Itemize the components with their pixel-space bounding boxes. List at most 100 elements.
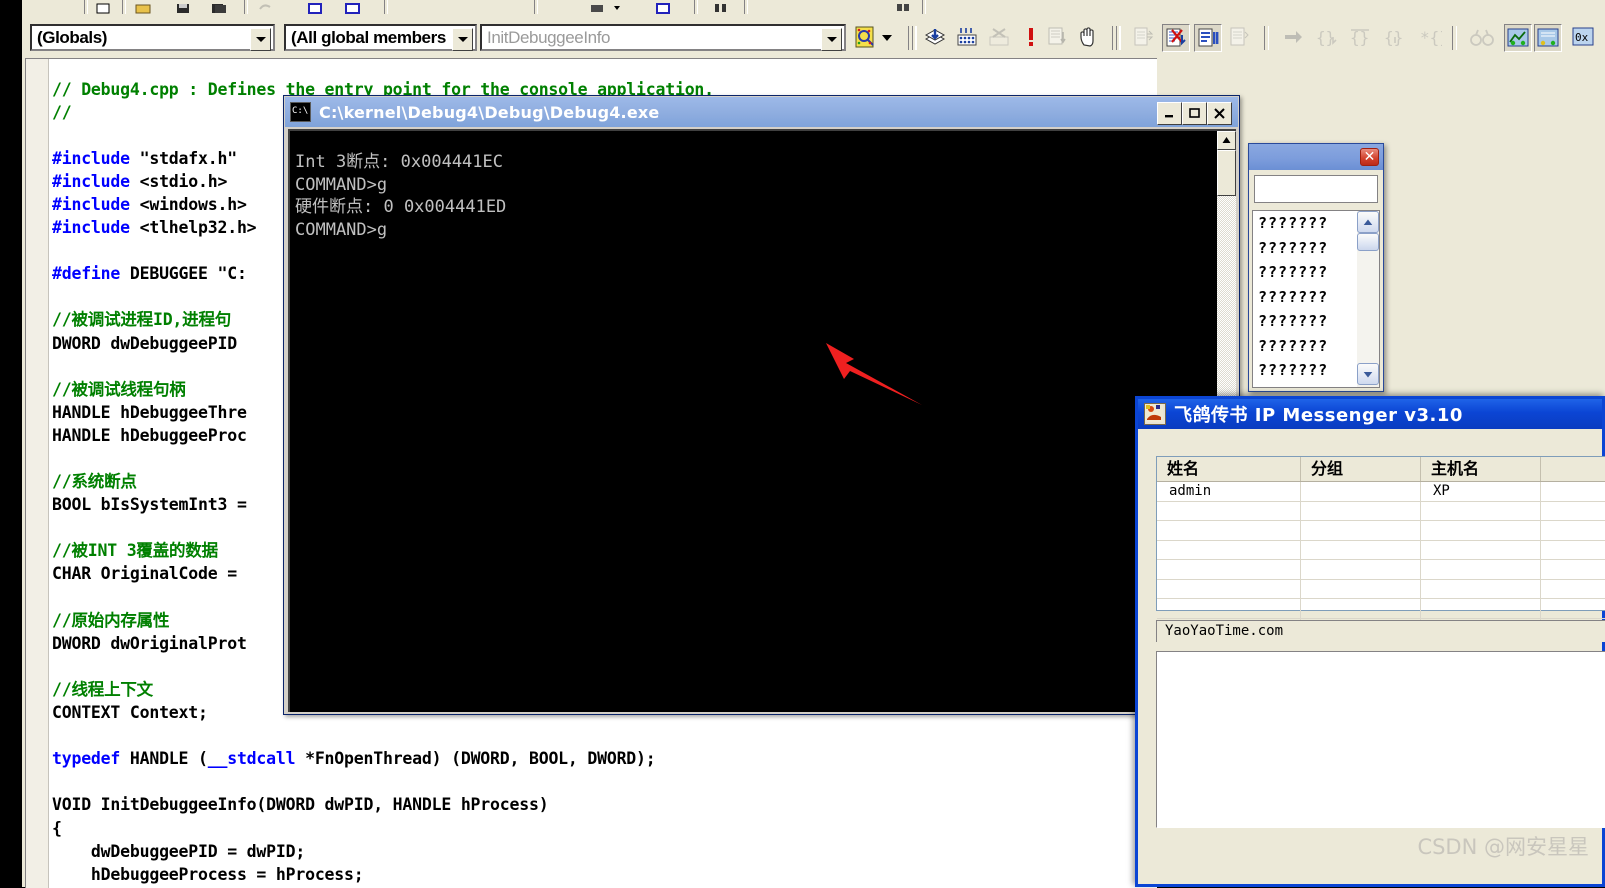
table-row[interactable]: [1157, 501, 1605, 521]
minimize-button[interactable]: [1157, 102, 1182, 125]
step-over-icon[interactable]: [1194, 24, 1222, 52]
function-combo[interactable]: InitDebuggeeInfo: [480, 24, 846, 51]
code-token: HANDLE (: [120, 749, 208, 769]
chevron-down-icon[interactable]: [821, 28, 842, 51]
toolbar-separator: [384, 0, 388, 14]
column-header[interactable]: 分组: [1301, 457, 1421, 481]
chevron-down-icon[interactable]: [452, 28, 473, 51]
trace-into-icon[interactable]: [1162, 24, 1190, 52]
scroll-track[interactable]: [1357, 251, 1379, 363]
table-row[interactable]: [1157, 521, 1605, 541]
save-all-icon[interactable]: [210, 0, 228, 14]
dialog-title-bar[interactable]: ✕: [1249, 144, 1383, 170]
bookmark-icon[interactable]: [712, 0, 730, 14]
hand-icon[interactable]: [1076, 24, 1102, 50]
console-app-icon: [290, 102, 311, 122]
registers-window-icon[interactable]: 0x: [1570, 24, 1596, 50]
code-token: {: [52, 818, 62, 838]
find-icon[interactable]: [588, 0, 606, 14]
go-arrow-icon: [1280, 24, 1306, 50]
table-row[interactable]: admin XP: [1157, 482, 1605, 502]
column-header[interactable]: [1541, 457, 1605, 481]
workspace-icon[interactable]: [894, 0, 912, 14]
editor-selection-margin[interactable]: [26, 59, 49, 888]
console-output-area[interactable]: Int 3断点: 0x004441EC COMMAND>g 硬件断点: 0 0x…: [288, 129, 1236, 712]
toolbar-separator: [122, 0, 126, 14]
unknown-list-dialog[interactable]: ✕ ??????????????????????????????????????…: [1248, 143, 1384, 392]
breakpoints-icon[interactable]: [954, 24, 980, 50]
find-in-files-icon[interactable]: [654, 0, 672, 14]
variables-window-icon[interactable]: [1534, 24, 1562, 52]
new-file-icon[interactable]: [94, 0, 112, 14]
svg-text:{}: {}: [1384, 28, 1403, 47]
dialog-list-box[interactable]: ????????????????????????????????????????…: [1252, 210, 1380, 388]
toolbar-separator: [244, 0, 248, 14]
wizardbar-action-icon[interactable]: [852, 24, 878, 50]
open-folder-icon[interactable]: [134, 0, 152, 14]
code-token: DWORD dwOriginalProt: [52, 633, 247, 653]
watch-window-icon[interactable]: [1504, 24, 1532, 52]
code-token: #include: [52, 194, 130, 214]
table-cell: [1421, 540, 1541, 559]
code-token: <stdio.h>: [129, 171, 228, 191]
close-button[interactable]: [1207, 102, 1232, 125]
ipm-user-list[interactable]: 姓名 分组 主机名 admin XP: [1156, 456, 1605, 638]
insert-remove-breakpoint-icon[interactable]: [922, 24, 948, 50]
ipm-list-header[interactable]: 姓名 分组 主机名: [1157, 457, 1605, 482]
save-icon[interactable]: [174, 0, 192, 14]
code-token: __stdcall: [207, 749, 296, 769]
ip-messenger-window[interactable]: 飞鸽传书 IP Messenger v3.10 姓名 分组 主机名 admin XP …: [1135, 396, 1605, 887]
members-combo[interactable]: (All global members: [284, 24, 477, 51]
scroll-thumb[interactable]: [1217, 150, 1236, 196]
scroll-down-button[interactable]: [1357, 363, 1379, 385]
dialog-scrollbar[interactable]: [1357, 211, 1379, 387]
function-combo-value: InitDebuggeeInfo: [487, 27, 611, 47]
chevron-down-icon[interactable]: [250, 28, 271, 51]
code-token: HANDLE hDebuggeeProc: [52, 425, 247, 445]
table-cell: [1421, 560, 1541, 579]
code-token: #include: [52, 171, 130, 191]
console-title-bar[interactable]: C:\kernel\Debug4\Debug\Debug4.exe: [285, 97, 1238, 127]
code-token: VOID InitDebuggeeInfo(DWORD dwPID, HANDL…: [52, 795, 549, 815]
console-window[interactable]: C:\kernel\Debug4\Debug\Debug4.exe Int 3断…: [283, 95, 1240, 715]
toolbar-separator: [534, 0, 538, 14]
table-row[interactable]: [1157, 560, 1605, 580]
exception-icon[interactable]: [1018, 24, 1044, 50]
scroll-up-button[interactable]: [1217, 131, 1236, 150]
code-token: "stdafx.h": [129, 148, 238, 168]
table-cell: [1157, 501, 1301, 520]
ipm-title-text: 飞鸽传书 IP Messenger v3.10: [1174, 405, 1463, 426]
table-row[interactable]: [1157, 579, 1605, 599]
csdn-watermark: CSDN @网安星星: [1417, 835, 1589, 859]
scroll-up-button[interactable]: [1357, 211, 1379, 233]
ipm-title-bar[interactable]: 飞鸽传书 IP Messenger v3.10: [1138, 399, 1602, 429]
members-combo-value: (All global members: [291, 27, 446, 47]
code-token: typedef: [52, 749, 121, 769]
svg-text:*{}: *{}: [1420, 28, 1442, 47]
step-out-icon: [1226, 24, 1252, 50]
cut-icon[interactable]: [306, 0, 324, 14]
toolbar-separator: [1112, 26, 1121, 50]
table-row[interactable]: [1157, 599, 1605, 619]
code-token: //原始内存属性: [52, 610, 170, 630]
ipm-message-area[interactable]: [1156, 651, 1605, 828]
column-header[interactable]: 主机名: [1421, 457, 1541, 481]
table-cell: [1541, 599, 1605, 618]
class-combo[interactable]: (Globals): [30, 24, 275, 51]
code-token: //被INT 3覆盖的数据: [52, 541, 218, 561]
table-cell: [1157, 560, 1301, 579]
table-cell: [1541, 482, 1605, 501]
close-icon[interactable]: ✕: [1360, 148, 1379, 166]
scroll-thumb[interactable]: [1357, 233, 1379, 251]
wizardbar-dropdown-icon[interactable]: [878, 24, 896, 50]
maximize-button[interactable]: [1182, 102, 1207, 125]
ipm-list-rows[interactable]: admin XP: [1157, 482, 1605, 638]
ipm-status-bar: YaoYaoTime.com: [1156, 620, 1605, 642]
table-row[interactable]: [1157, 540, 1605, 560]
find-dropdown-icon[interactable]: [612, 0, 630, 14]
copy-icon[interactable]: [344, 0, 362, 14]
dialog-text-input[interactable]: [1254, 175, 1378, 203]
table-cell: [1301, 540, 1421, 559]
code-token: #include: [52, 148, 130, 168]
column-header[interactable]: 姓名: [1157, 457, 1301, 481]
